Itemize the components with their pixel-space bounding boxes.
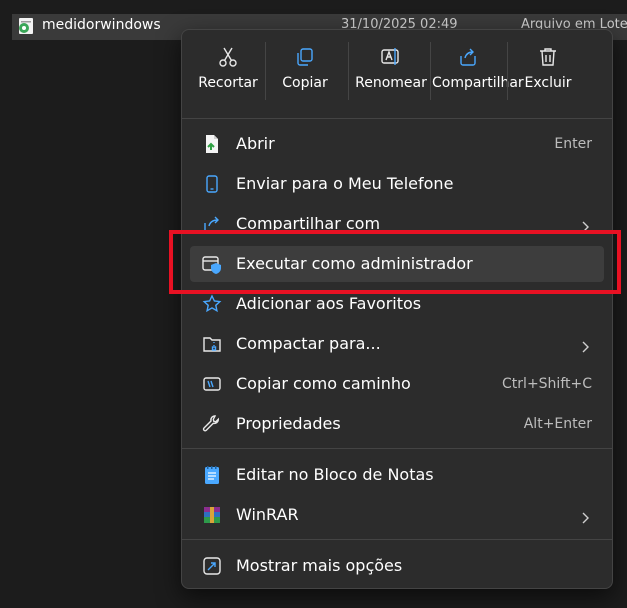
menu-item-compress-to[interactable]: Compactar para...	[190, 326, 604, 362]
compress-folder-icon	[202, 334, 222, 354]
menu-item-label: Adicionar aos Favoritos	[236, 294, 422, 313]
phone-icon	[202, 174, 222, 194]
share-icon	[457, 46, 479, 68]
rename-label: Renomear	[355, 75, 427, 91]
menu-item-label: Compactar para...	[236, 334, 381, 353]
scissors-icon	[217, 46, 239, 68]
menu-item-open[interactable]: Abrir Enter	[190, 126, 604, 162]
menu-item-properties[interactable]: Propriedades Alt+Enter	[190, 406, 604, 442]
menu-item-label: Enviar para o Meu Telefone	[236, 174, 454, 193]
context-toolbar: Recortar Copiar Renomear Compartilhar Ex…	[182, 30, 612, 118]
menu-item-label: Abrir	[236, 134, 275, 153]
menu-item-send-to-phone[interactable]: Enviar para o Meu Telefone	[190, 166, 604, 202]
menu-item-label: WinRAR	[236, 505, 299, 524]
wrench-icon	[202, 414, 222, 434]
copy-label: Copiar	[282, 75, 328, 91]
menu-divider	[182, 448, 612, 449]
toolbar-divider	[430, 42, 431, 100]
menu-item-shortcut: Ctrl+Shift+C	[502, 376, 592, 392]
cut-label: Recortar	[198, 75, 258, 91]
copy-button[interactable]: Copiar	[268, 36, 342, 116]
batch-file-gear-icon	[17, 17, 37, 35]
menu-divider	[182, 539, 612, 540]
menu-item-label: Copiar como caminho	[236, 374, 411, 393]
file-name: medidorwindows	[42, 17, 161, 33]
annotation-highlight-box	[169, 230, 621, 294]
menu-item-winrar[interactable]: WinRAR	[190, 497, 604, 533]
menu-item-show-more-options[interactable]: Mostrar mais opções	[190, 548, 604, 584]
menu-item-label: Mostrar mais opções	[236, 556, 403, 575]
screen: medidorwindows 31/10/2025 02:49 Arquivo …	[0, 0, 627, 608]
star-icon	[202, 294, 222, 314]
menu-item-shortcut: Enter	[554, 136, 592, 152]
more-options-icon	[202, 556, 222, 576]
chevron-right-icon	[582, 218, 590, 233]
delete-label: Excluir	[524, 75, 572, 91]
share-button[interactable]: Compartilhar	[432, 36, 524, 116]
share-label: Compartilhar	[432, 75, 524, 91]
notepad-icon	[202, 465, 222, 485]
menu-item-edit-notepad[interactable]: Editar no Bloco de Notas	[190, 457, 604, 493]
chevron-right-icon	[582, 338, 590, 353]
trash-icon	[537, 46, 559, 68]
copy-path-icon	[202, 374, 222, 394]
menu-item-shortcut: Alt+Enter	[523, 416, 592, 432]
winrar-icon	[202, 505, 222, 525]
rename-button[interactable]: Renomear	[349, 36, 433, 116]
rename-icon	[380, 46, 402, 68]
context-menu: Recortar Copiar Renomear Compartilhar Ex…	[181, 29, 613, 589]
menu-item-copy-as-path[interactable]: Copiar como caminho Ctrl+Shift+C	[190, 366, 604, 402]
copy-icon	[294, 46, 316, 68]
delete-button[interactable]: Excluir	[510, 36, 586, 116]
toolbar-divider	[507, 42, 508, 100]
open-file-icon	[202, 134, 222, 154]
menu-divider	[182, 118, 612, 119]
menu-item-label: Propriedades	[236, 414, 341, 433]
chevron-right-icon	[582, 509, 590, 524]
cut-button[interactable]: Recortar	[190, 36, 266, 116]
menu-item-label: Editar no Bloco de Notas	[236, 465, 434, 484]
toolbar-divider	[265, 42, 266, 100]
